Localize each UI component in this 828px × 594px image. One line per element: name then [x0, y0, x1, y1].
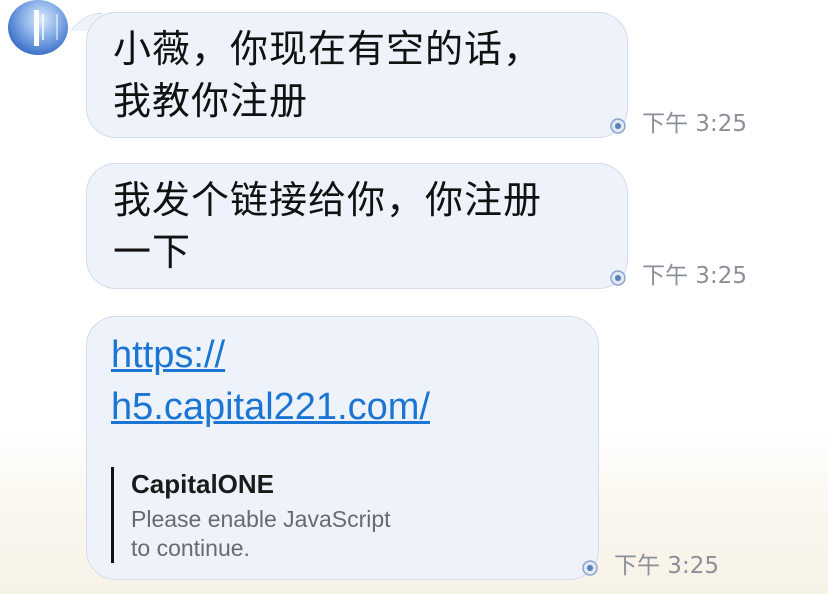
- avatar-emblem: [42, 14, 58, 40]
- link-preview-description: Please enable JavaScript to continue.: [131, 505, 391, 563]
- link-preview-description-line-1: Please enable JavaScript: [131, 506, 391, 532]
- link-preview-card[interactable]: CapitalONE Please enable JavaScript to c…: [111, 467, 391, 563]
- link-preview-title: CapitalONE: [131, 469, 275, 499]
- message-1-time: 下午 3:25: [642, 111, 747, 137]
- avatar-stripe: [34, 10, 39, 46]
- message-bubble-1[interactable]: 小薇，你现在有空的话， 我教你注册: [86, 12, 628, 138]
- message-2-time: 下午 3:25: [642, 263, 747, 289]
- message-3-link-line-2[interactable]: h5.capital221.com/: [111, 381, 430, 433]
- link-preview-description-line-2: to continue.: [131, 535, 250, 561]
- message-3-link-line-1[interactable]: https://: [111, 329, 430, 381]
- contact-avatar[interactable]: [8, 0, 68, 55]
- read-receipt-icon: [610, 270, 626, 286]
- message-2-line-2: 一下: [113, 230, 192, 274]
- read-receipt-icon: [610, 118, 626, 134]
- message-3-time: 下午 3:25: [614, 553, 719, 579]
- message-bubble-3[interactable]: https:// h5.capital221.com/ CapitalONE P…: [86, 316, 599, 580]
- read-receipt-icon: [582, 560, 598, 576]
- message-2-line-1: 我发个链接给你，你注册: [113, 178, 543, 222]
- message-bubble-2[interactable]: 我发个链接给你，你注册 一下: [86, 163, 628, 289]
- message-1-line-1: 小薇，你现在有空的话，: [113, 27, 543, 71]
- message-1-line-2: 我教你注册: [113, 79, 309, 123]
